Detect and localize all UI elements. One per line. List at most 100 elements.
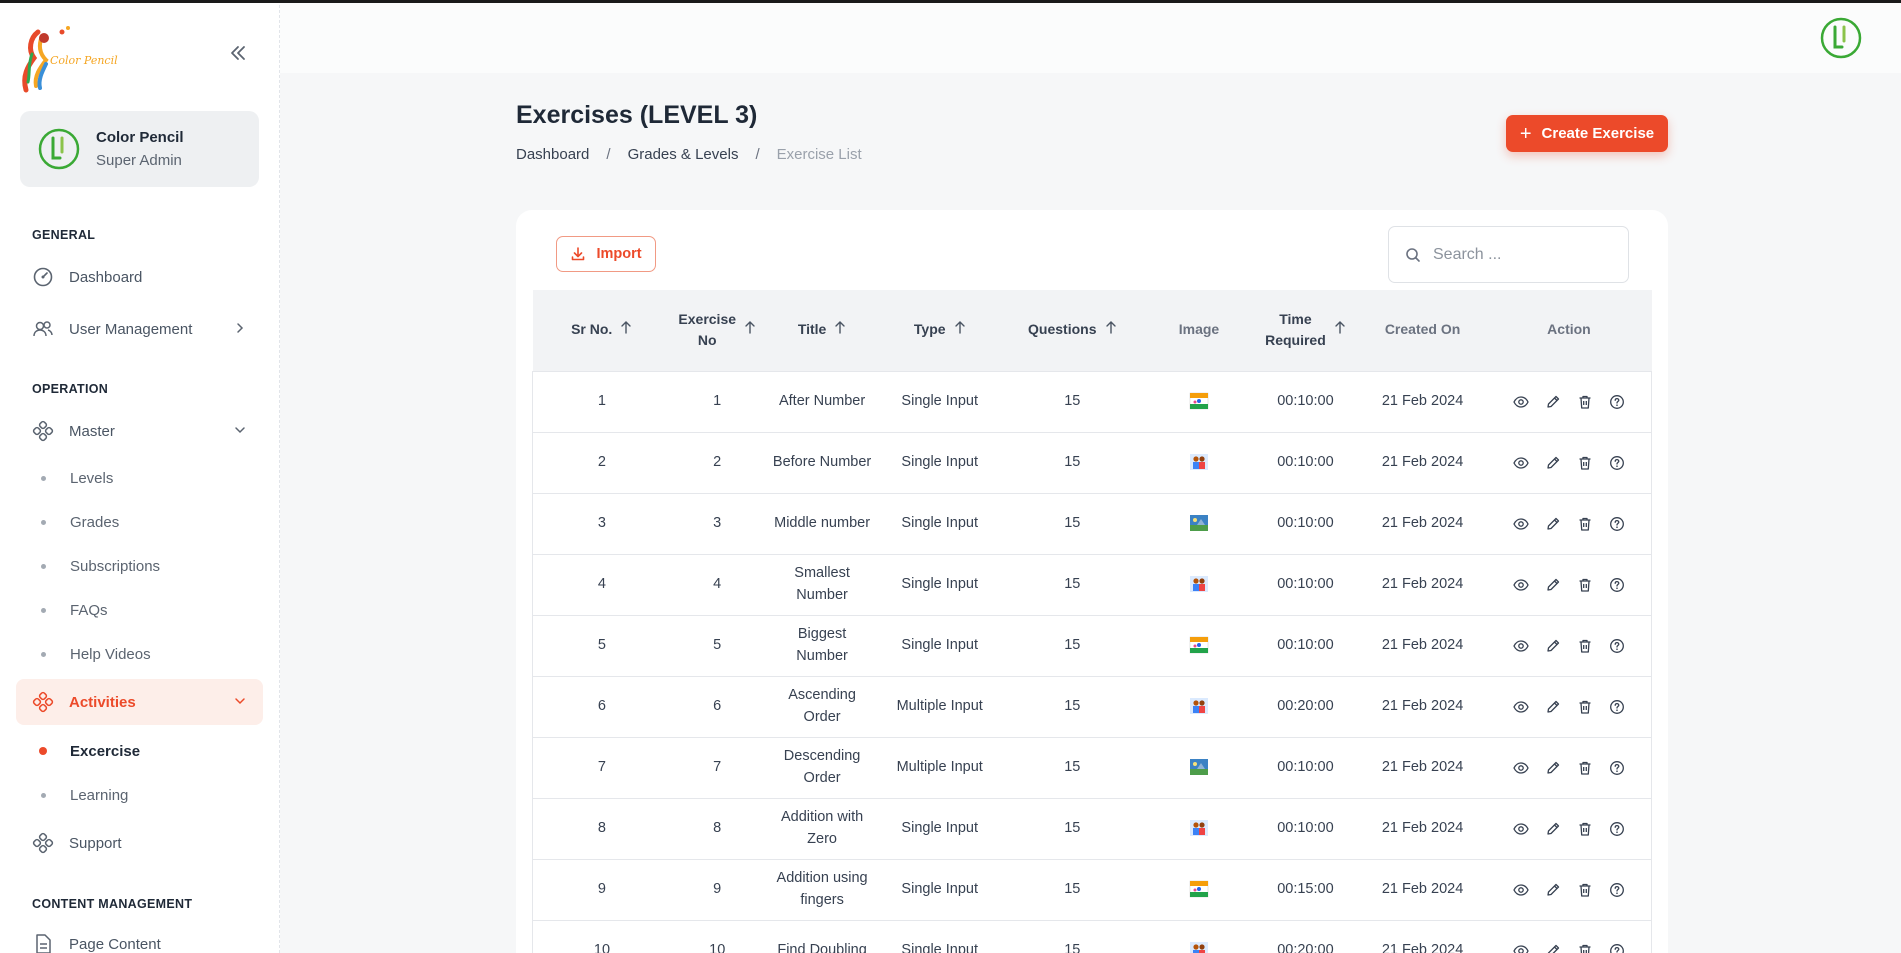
color-pencil-logo[interactable]: Color Pencil (18, 24, 128, 94)
sidebar-item-subscriptions[interactable]: Subscriptions (16, 546, 263, 586)
col-sr-no[interactable]: Sr No. (532, 290, 671, 372)
edit-pencil-icon[interactable] (1545, 577, 1561, 593)
sidebar-item-page-content[interactable]: Page Content (16, 921, 263, 953)
col-questions[interactable]: Questions (998, 290, 1146, 372)
view-eye-icon[interactable] (1512, 943, 1529, 953)
create-exercise-button[interactable]: + Create Exercise (1506, 115, 1668, 152)
collapse-sidebar-icon[interactable] (226, 44, 250, 68)
view-eye-icon[interactable] (1512, 516, 1529, 532)
kids-image-icon[interactable] (1189, 696, 1209, 716)
view-eye-icon[interactable] (1512, 760, 1529, 776)
sidebar-item-excercise[interactable]: Excercise (16, 731, 263, 771)
sidebar-item-user-management[interactable]: User Management (16, 306, 263, 352)
delete-trash-icon[interactable] (1577, 760, 1593, 776)
col-type[interactable]: Type (880, 290, 999, 372)
breadcrumb-dashboard[interactable]: Dashboard (516, 146, 589, 163)
edit-pencil-icon[interactable] (1545, 394, 1561, 410)
cell-questions: 15 (1064, 880, 1081, 897)
delete-trash-icon[interactable] (1577, 516, 1593, 532)
header-avatar[interactable] (1820, 17, 1862, 59)
sidebar-item-label: Learning (70, 786, 129, 804)
help-question-icon[interactable] (1609, 455, 1625, 471)
table-row[interactable]: 1 1 After Number Single Input 15 00:10:0… (531, 371, 1653, 432)
table-row[interactable]: 10 10 Find Doubling Single Input 15 00:2… (531, 920, 1653, 953)
table-row[interactable]: 7 7 Descending Order Multiple Input 15 00… (531, 737, 1653, 798)
col-time-required[interactable]: Time Required (1252, 290, 1359, 372)
view-eye-icon[interactable] (1512, 821, 1529, 837)
delete-trash-icon[interactable] (1577, 882, 1593, 898)
delete-trash-icon[interactable] (1577, 577, 1593, 593)
sidebar-item-master[interactable]: Master (16, 408, 263, 454)
help-question-icon[interactable] (1609, 821, 1625, 837)
table-row[interactable]: 4 4 Smallest Number Single Input 15 00:10… (531, 554, 1653, 615)
user-avatar (38, 128, 80, 170)
sidebar-item-learning[interactable]: Learning (16, 775, 263, 815)
breadcrumb-grades-levels[interactable]: Grades & Levels (628, 146, 739, 163)
edit-pencil-icon[interactable] (1545, 882, 1561, 898)
edit-pencil-icon[interactable] (1545, 638, 1561, 654)
help-question-icon[interactable] (1609, 516, 1625, 532)
cell-created-on: 21 Feb 2024 (1381, 758, 1464, 775)
kids-image-icon[interactable] (1189, 452, 1209, 472)
kids-image-icon[interactable] (1189, 818, 1209, 838)
edit-pencil-icon[interactable] (1545, 943, 1561, 953)
section-operation: OPERATION (32, 382, 109, 396)
edit-pencil-icon[interactable] (1545, 699, 1561, 715)
help-question-icon[interactable] (1609, 882, 1625, 898)
delete-trash-icon[interactable] (1577, 699, 1593, 715)
edit-pencil-icon[interactable] (1545, 821, 1561, 837)
delete-trash-icon[interactable] (1577, 394, 1593, 410)
table-row[interactable]: 8 8 Addition with Zero Single Input 15 00… (531, 798, 1653, 859)
user-card[interactable]: Color Pencil Super Admin (20, 111, 259, 187)
sidebar-item-dashboard[interactable]: Dashboard (16, 254, 263, 300)
sidebar-item-support[interactable]: Support (16, 820, 263, 866)
view-eye-icon[interactable] (1512, 882, 1529, 898)
view-eye-icon[interactable] (1512, 394, 1529, 410)
view-eye-icon[interactable] (1512, 455, 1529, 471)
flag-image-icon[interactable] (1189, 391, 1209, 411)
delete-trash-icon[interactable] (1577, 943, 1593, 953)
search-input[interactable] (1433, 245, 1613, 264)
table-row[interactable]: 5 5 Biggest Number Single Input 15 00:10:… (531, 615, 1653, 676)
sidebar-item-activities[interactable]: Activities (16, 679, 263, 725)
delete-trash-icon[interactable] (1577, 638, 1593, 654)
flag-image-icon[interactable] (1189, 635, 1209, 655)
help-question-icon[interactable] (1609, 699, 1625, 715)
cell-created-on: 21 Feb 2024 (1381, 392, 1464, 409)
table-row[interactable]: 3 3 Middle number Single Input 15 00:10:… (531, 493, 1653, 554)
view-eye-icon[interactable] (1512, 699, 1529, 715)
view-eye-icon[interactable] (1512, 638, 1529, 654)
help-question-icon[interactable] (1609, 638, 1625, 654)
help-question-icon[interactable] (1609, 394, 1625, 410)
help-question-icon[interactable] (1609, 943, 1625, 953)
landscape-image-icon[interactable] (1189, 757, 1209, 777)
edit-pencil-icon[interactable] (1545, 760, 1561, 776)
sidebar-item-help-videos[interactable]: Help Videos (16, 634, 263, 674)
delete-trash-icon[interactable] (1577, 455, 1593, 471)
header-label: Required (1265, 332, 1326, 349)
sidebar-item-levels[interactable]: Levels (16, 458, 263, 498)
sidebar-item-label: Dashboard (69, 268, 143, 286)
help-question-icon[interactable] (1609, 577, 1625, 593)
edit-pencil-icon[interactable] (1545, 516, 1561, 532)
table-row[interactable]: 2 2 Before Number Single Input 15 00:10:… (531, 432, 1653, 493)
cell-type: Single Input (901, 941, 979, 953)
view-eye-icon[interactable] (1512, 577, 1529, 593)
delete-trash-icon[interactable] (1577, 821, 1593, 837)
import-button[interactable]: Import (556, 236, 656, 272)
table-row[interactable]: 9 9 Addition using fingers Single Input 1… (531, 859, 1653, 920)
kids-image-icon[interactable] (1189, 940, 1209, 953)
flag-image-icon[interactable] (1189, 879, 1209, 899)
search-box[interactable] (1388, 226, 1629, 283)
sidebar-item-grades[interactable]: Grades (16, 502, 263, 542)
col-exercise-no[interactable]: Exercise No (670, 290, 764, 372)
help-question-icon[interactable] (1609, 760, 1625, 776)
col-title[interactable]: Title (763, 290, 881, 372)
cell-title: Descending Order (764, 737, 881, 798)
table-row[interactable]: 6 6 Ascending Order Multiple Input 15 00:… (531, 676, 1653, 737)
cell-title: Biggest Number (764, 615, 881, 676)
kids-image-icon[interactable] (1189, 574, 1209, 594)
sidebar-item-faqs[interactable]: FAQs (16, 590, 263, 630)
edit-pencil-icon[interactable] (1545, 455, 1561, 471)
landscape-image-icon[interactable] (1189, 513, 1209, 533)
